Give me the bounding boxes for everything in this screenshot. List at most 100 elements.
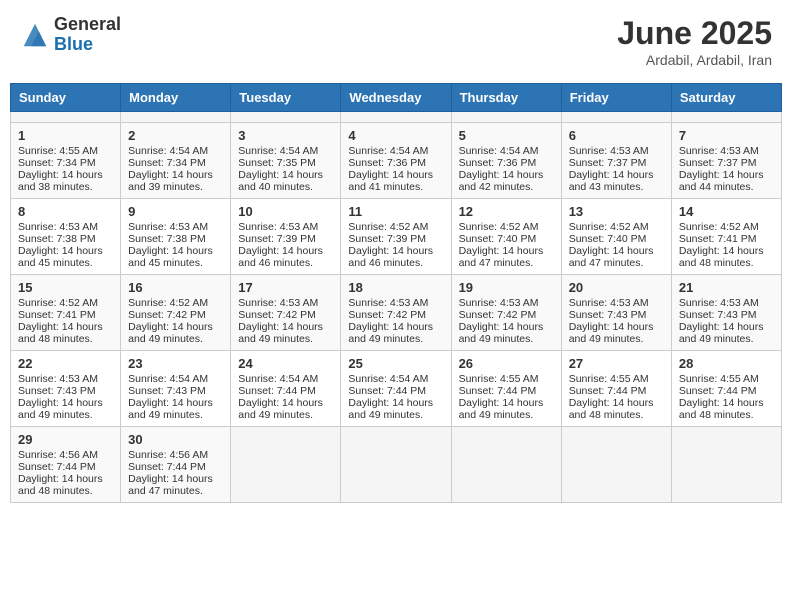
sunrise-text: Sunrise: 4:54 AM (238, 145, 318, 157)
calendar-day-cell: 29Sunrise: 4:56 AMSunset: 7:44 PMDayligh… (11, 427, 121, 503)
daylight-text: Daylight: 14 hours and 44 minutes. (679, 169, 764, 193)
location-title: Ardabil, Ardabil, Iran (617, 52, 772, 68)
sunset-text: Sunset: 7:43 PM (679, 309, 757, 321)
day-number: 15 (18, 280, 113, 295)
sunrise-text: Sunrise: 4:53 AM (679, 145, 759, 157)
daylight-text: Daylight: 14 hours and 39 minutes. (128, 169, 213, 193)
calendar-day-cell: 19Sunrise: 4:53 AMSunset: 7:42 PMDayligh… (451, 275, 561, 351)
sunrise-text: Sunrise: 4:52 AM (459, 221, 539, 233)
calendar-day-cell: 22Sunrise: 4:53 AMSunset: 7:43 PMDayligh… (11, 351, 121, 427)
sunrise-text: Sunrise: 4:54 AM (348, 373, 428, 385)
calendar-week-row: 29Sunrise: 4:56 AMSunset: 7:44 PMDayligh… (11, 427, 782, 503)
sunset-text: Sunset: 7:43 PM (18, 385, 96, 397)
daylight-text: Daylight: 14 hours and 48 minutes. (679, 397, 764, 421)
day-number: 4 (348, 128, 443, 143)
sunset-text: Sunset: 7:44 PM (569, 385, 647, 397)
day-number: 17 (238, 280, 333, 295)
day-number: 10 (238, 204, 333, 219)
calendar-day-cell (341, 112, 451, 123)
day-number: 5 (459, 128, 554, 143)
sunrise-text: Sunrise: 4:52 AM (569, 221, 649, 233)
calendar-day-cell: 18Sunrise: 4:53 AMSunset: 7:42 PMDayligh… (341, 275, 451, 351)
sunrise-text: Sunrise: 4:55 AM (679, 373, 759, 385)
day-number: 25 (348, 356, 443, 371)
daylight-text: Daylight: 14 hours and 49 minutes. (348, 321, 433, 345)
sunset-text: Sunset: 7:36 PM (459, 157, 537, 169)
month-title: June 2025 (617, 15, 772, 52)
sunrise-text: Sunrise: 4:53 AM (128, 221, 208, 233)
sunrise-text: Sunrise: 4:54 AM (128, 145, 208, 157)
sunset-text: Sunset: 7:44 PM (348, 385, 426, 397)
sunset-text: Sunset: 7:35 PM (238, 157, 316, 169)
daylight-text: Daylight: 14 hours and 49 minutes. (128, 397, 213, 421)
sunset-text: Sunset: 7:42 PM (459, 309, 537, 321)
day-number: 9 (128, 204, 223, 219)
daylight-text: Daylight: 14 hours and 49 minutes. (459, 397, 544, 421)
daylight-text: Daylight: 14 hours and 45 minutes. (18, 245, 103, 269)
daylight-text: Daylight: 14 hours and 49 minutes. (128, 321, 213, 345)
calendar-day-cell: 7 Sunrise: 4:53 AMSunset: 7:37 PMDaylight… (671, 123, 781, 199)
calendar-day-cell: 16Sunrise: 4:52 AMSunset: 7:42 PMDayligh… (121, 275, 231, 351)
sunset-text: Sunset: 7:41 PM (679, 233, 757, 245)
sunrise-text: Sunrise: 4:52 AM (679, 221, 759, 233)
calendar-day-cell (341, 427, 451, 503)
calendar-day-cell: 23Sunrise: 4:54 AMSunset: 7:43 PMDayligh… (121, 351, 231, 427)
sunset-text: Sunset: 7:34 PM (128, 157, 206, 169)
calendar-day-cell: 17Sunrise: 4:53 AMSunset: 7:42 PMDayligh… (231, 275, 341, 351)
sunrise-text: Sunrise: 4:53 AM (18, 373, 98, 385)
day-number: 1 (18, 128, 113, 143)
day-number: 6 (569, 128, 664, 143)
sunset-text: Sunset: 7:40 PM (569, 233, 647, 245)
daylight-text: Daylight: 14 hours and 49 minutes. (459, 321, 544, 345)
sunrise-text: Sunrise: 4:53 AM (459, 297, 539, 309)
logo-icon (20, 20, 50, 50)
day-number: 3 (238, 128, 333, 143)
daylight-text: Daylight: 14 hours and 49 minutes. (238, 397, 323, 421)
sunset-text: Sunset: 7:42 PM (348, 309, 426, 321)
sunrise-text: Sunrise: 4:54 AM (238, 373, 318, 385)
calendar-day-cell: 10Sunrise: 4:53 AMSunset: 7:39 PMDayligh… (231, 199, 341, 275)
sunrise-text: Sunrise: 4:53 AM (679, 297, 759, 309)
sunset-text: Sunset: 7:43 PM (569, 309, 647, 321)
calendar-day-cell: 5Sunrise: 4:54 AMSunset: 7:36 PMDaylight… (451, 123, 561, 199)
daylight-text: Daylight: 14 hours and 43 minutes. (569, 169, 654, 193)
calendar-day-cell: 13Sunrise: 4:52 AMSunset: 7:40 PMDayligh… (561, 199, 671, 275)
sunset-text: Sunset: 7:39 PM (238, 233, 316, 245)
daylight-text: Daylight: 14 hours and 46 minutes. (238, 245, 323, 269)
calendar-day-cell: 30Sunrise: 4:56 AMSunset: 7:44 PMDayligh… (121, 427, 231, 503)
calendar-day-cell (561, 112, 671, 123)
day-number: 16 (128, 280, 223, 295)
sunrise-text: Sunrise: 4:56 AM (18, 449, 98, 461)
sunset-text: Sunset: 7:37 PM (679, 157, 757, 169)
calendar-header-row: SundayMondayTuesdayWednesdayThursdayFrid… (11, 84, 782, 112)
sunset-text: Sunset: 7:38 PM (128, 233, 206, 245)
daylight-text: Daylight: 14 hours and 49 minutes. (18, 397, 103, 421)
daylight-text: Daylight: 14 hours and 38 minutes. (18, 169, 103, 193)
calendar-day-cell (451, 112, 561, 123)
day-number: 7 (679, 128, 774, 143)
calendar-header-saturday: Saturday (671, 84, 781, 112)
sunset-text: Sunset: 7:38 PM (18, 233, 96, 245)
day-number: 14 (679, 204, 774, 219)
sunrise-text: Sunrise: 4:53 AM (18, 221, 98, 233)
day-number: 12 (459, 204, 554, 219)
day-number: 18 (348, 280, 443, 295)
day-number: 21 (679, 280, 774, 295)
sunset-text: Sunset: 7:40 PM (459, 233, 537, 245)
calendar-day-cell: 28Sunrise: 4:55 AMSunset: 7:44 PMDayligh… (671, 351, 781, 427)
calendar-day-cell: 21Sunrise: 4:53 AMSunset: 7:43 PMDayligh… (671, 275, 781, 351)
sunrise-text: Sunrise: 4:55 AM (18, 145, 98, 157)
day-number: 27 (569, 356, 664, 371)
calendar-day-cell: 14Sunrise: 4:52 AMSunset: 7:41 PMDayligh… (671, 199, 781, 275)
calendar-header-friday: Friday (561, 84, 671, 112)
sunrise-text: Sunrise: 4:52 AM (128, 297, 208, 309)
daylight-text: Daylight: 14 hours and 41 minutes. (348, 169, 433, 193)
calendar-table: SundayMondayTuesdayWednesdayThursdayFrid… (10, 83, 782, 503)
daylight-text: Daylight: 14 hours and 47 minutes. (128, 473, 213, 497)
sunrise-text: Sunrise: 4:52 AM (18, 297, 98, 309)
day-number: 30 (128, 432, 223, 447)
sunrise-text: Sunrise: 4:52 AM (348, 221, 428, 233)
sunrise-text: Sunrise: 4:53 AM (238, 297, 318, 309)
day-number: 11 (348, 204, 443, 219)
daylight-text: Daylight: 14 hours and 47 minutes. (569, 245, 654, 269)
